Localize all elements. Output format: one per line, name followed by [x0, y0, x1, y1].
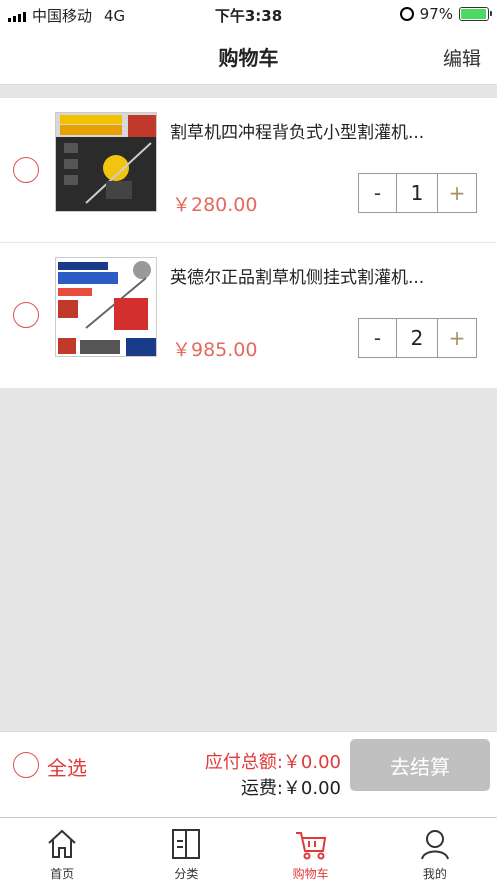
cart-list: 割草机四冲程背负式小型割灌机... ￥280.00 - 1 + 英德尔正品割草机… — [0, 98, 497, 389]
quantity-stepper: - 2 + — [358, 318, 477, 358]
tab-cart[interactable]: 购物车 — [249, 818, 373, 883]
indel-cutter-image-icon — [56, 258, 156, 356]
status-right: 97% — [399, 5, 492, 23]
tab-label: 购物车 — [292, 867, 329, 881]
tab-label: 我的 — [422, 867, 447, 881]
page-title: 购物车 — [218, 46, 279, 70]
product-image[interactable] — [55, 112, 157, 212]
increase-button[interactable]: + — [438, 174, 476, 212]
item-select-radio[interactable] — [13, 157, 39, 183]
total-amount: 应付总额:￥0.00 — [204, 752, 341, 773]
tab-category[interactable]: 分类 — [124, 818, 248, 883]
cart-item: 英德尔正品割草机侧挂式割灌机... ￥985.00 - 2 + — [0, 243, 497, 389]
quantity-stepper: - 1 + — [358, 173, 477, 213]
nav-bar: 购物车 编辑 — [0, 28, 497, 85]
item-price: ￥985.00 — [172, 339, 258, 361]
select-all-label[interactable]: 全选 — [47, 752, 87, 781]
brush-cutter-image-icon — [56, 113, 156, 211]
cart-item: 割草机四冲程背负式小型割灌机... ￥280.00 - 1 + — [0, 98, 497, 243]
status-bar: 中国移动 4G 下午3:38 97% — [0, 0, 497, 28]
bottom-spacer — [0, 797, 497, 817]
tab-label: 分类 — [174, 867, 199, 881]
profile-icon — [420, 830, 449, 860]
battery-fill — [461, 9, 487, 19]
product-image[interactable] — [55, 257, 157, 357]
cart-icon — [295, 832, 326, 860]
edit-button[interactable]: 编辑 — [443, 44, 481, 71]
category-icon — [172, 829, 201, 859]
item-title[interactable]: 割草机四冲程背负式小型割灌机... — [170, 118, 470, 143]
quantity-value[interactable]: 2 — [397, 319, 438, 357]
decrease-button[interactable]: - — [359, 319, 397, 357]
select-all-radio[interactable] — [13, 752, 39, 778]
decrease-button[interactable]: - — [359, 174, 397, 212]
increase-button[interactable]: + — [438, 319, 476, 357]
alarm-icon — [399, 7, 414, 21]
checkout-button[interactable]: 去结算 — [350, 739, 490, 791]
home-icon — [48, 829, 76, 858]
tab-bar: 首页 分类 购物车 我的 — [0, 817, 497, 883]
checkout-bar: 全选 应付总额:￥0.00 运费:￥0.00 去结算 — [0, 731, 497, 799]
battery-percent: 97% — [419, 5, 453, 23]
tab-profile[interactable]: 我的 — [373, 818, 497, 883]
quantity-value[interactable]: 1 — [397, 174, 438, 212]
item-price: ￥280.00 — [172, 194, 258, 216]
item-select-radio[interactable] — [13, 302, 39, 328]
battery-icon — [459, 7, 492, 21]
tab-label: 首页 — [50, 867, 75, 881]
tab-home[interactable]: 首页 — [0, 818, 124, 883]
item-title[interactable]: 英德尔正品割草机侧挂式割灌机... — [170, 263, 470, 288]
